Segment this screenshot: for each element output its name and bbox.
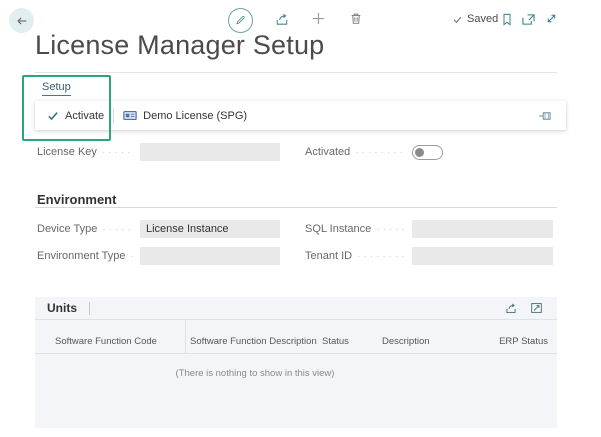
units-card: Units Software Function Code Software [35,297,557,428]
bookmark-button[interactable] [501,12,513,27]
activated-toggle[interactable] [412,145,443,160]
demo-license-button[interactable]: Demo License (SPG) [123,110,247,122]
dotted-leader [102,147,135,158]
saved-label: Saved [467,13,498,25]
license-key-input[interactable] [140,143,280,161]
sql-instance-input[interactable] [412,220,553,238]
share-button[interactable] [274,12,290,27]
units-focus-button[interactable] [530,302,543,314]
trash-icon [349,11,363,26]
arrow-left-icon [15,14,29,28]
field-row-tenant-id: Tenant ID [305,247,553,265]
units-share-button[interactable] [504,302,518,315]
units-header-separator [89,302,90,315]
toggle-knob [415,148,424,157]
checkmark-icon [47,110,59,122]
action-separator [113,108,114,124]
pin-icon [538,110,553,122]
field-row-device-type: Device Type License Instance [37,220,280,238]
col-status[interactable]: Status [322,336,349,347]
sql-instance-label: SQL Instance [305,223,371,235]
field-row-environment-type: Environment Type [37,247,280,265]
demo-license-label: Demo License (SPG) [143,110,247,122]
page-title: License Manager Setup [35,30,324,61]
share-icon [274,12,290,27]
field-row-sql-instance: SQL Instance [305,220,553,238]
device-type-label: Device Type [37,223,97,235]
dotted-leader [102,224,135,235]
dotted-leader [355,147,407,158]
new-button[interactable] [311,11,326,26]
plus-icon [311,11,326,26]
empty-view-message: (There is nothing to show in this view) [35,368,475,379]
field-row-license-key: License Key [37,143,280,161]
units-column-headers: Software Function Code Software Function… [35,320,557,354]
saved-check-icon [452,14,463,25]
col-erp-status[interactable]: ERP Status [499,336,548,347]
activate-button[interactable]: Activate [47,110,104,122]
dotted-leader [357,251,407,262]
units-title[interactable]: Units [47,301,77,315]
environment-type-label: Environment Type [37,250,125,262]
menu-setup[interactable]: Setup [42,81,71,96]
window-new-icon [521,13,536,26]
save-status: Saved [452,13,498,25]
dotted-leader [130,251,135,262]
tenant-id-input[interactable] [412,247,553,265]
units-empty-body: (There is nothing to show in this view) [35,354,557,428]
pin-action-bar-button[interactable] [538,110,553,122]
environment-divider [35,207,557,208]
col-description[interactable]: Description [382,336,430,347]
title-divider [35,72,557,73]
license-card-icon [123,110,137,121]
environment-type-input[interactable] [140,247,280,265]
bookmark-icon [501,12,513,27]
tenant-id-label: Tenant ID [305,250,352,262]
open-in-window-button[interactable] [521,13,536,26]
diagonal-resize-icon [545,12,558,25]
field-row-activated: Activated [305,143,553,161]
units-header: Units [35,297,557,320]
share-icon [504,302,518,315]
focus-mode-icon [530,302,543,314]
delete-button[interactable] [349,11,363,26]
device-type-input[interactable]: License Instance [140,220,280,238]
column-divider [185,320,186,353]
activate-label: Activate [65,110,104,122]
pencil-icon [234,14,247,27]
setup-action-bar: Activate Demo License (SPG) [35,101,566,130]
dotted-leader [376,224,407,235]
expand-button[interactable] [545,12,558,25]
col-software-function-description[interactable]: Software Function Description [190,336,317,347]
back-button[interactable] [9,8,34,33]
license-key-label: License Key [37,146,97,158]
col-software-function-code[interactable]: Software Function Code [55,336,157,347]
activated-label: Activated [305,146,350,158]
environment-section-title: Environment [37,192,116,207]
